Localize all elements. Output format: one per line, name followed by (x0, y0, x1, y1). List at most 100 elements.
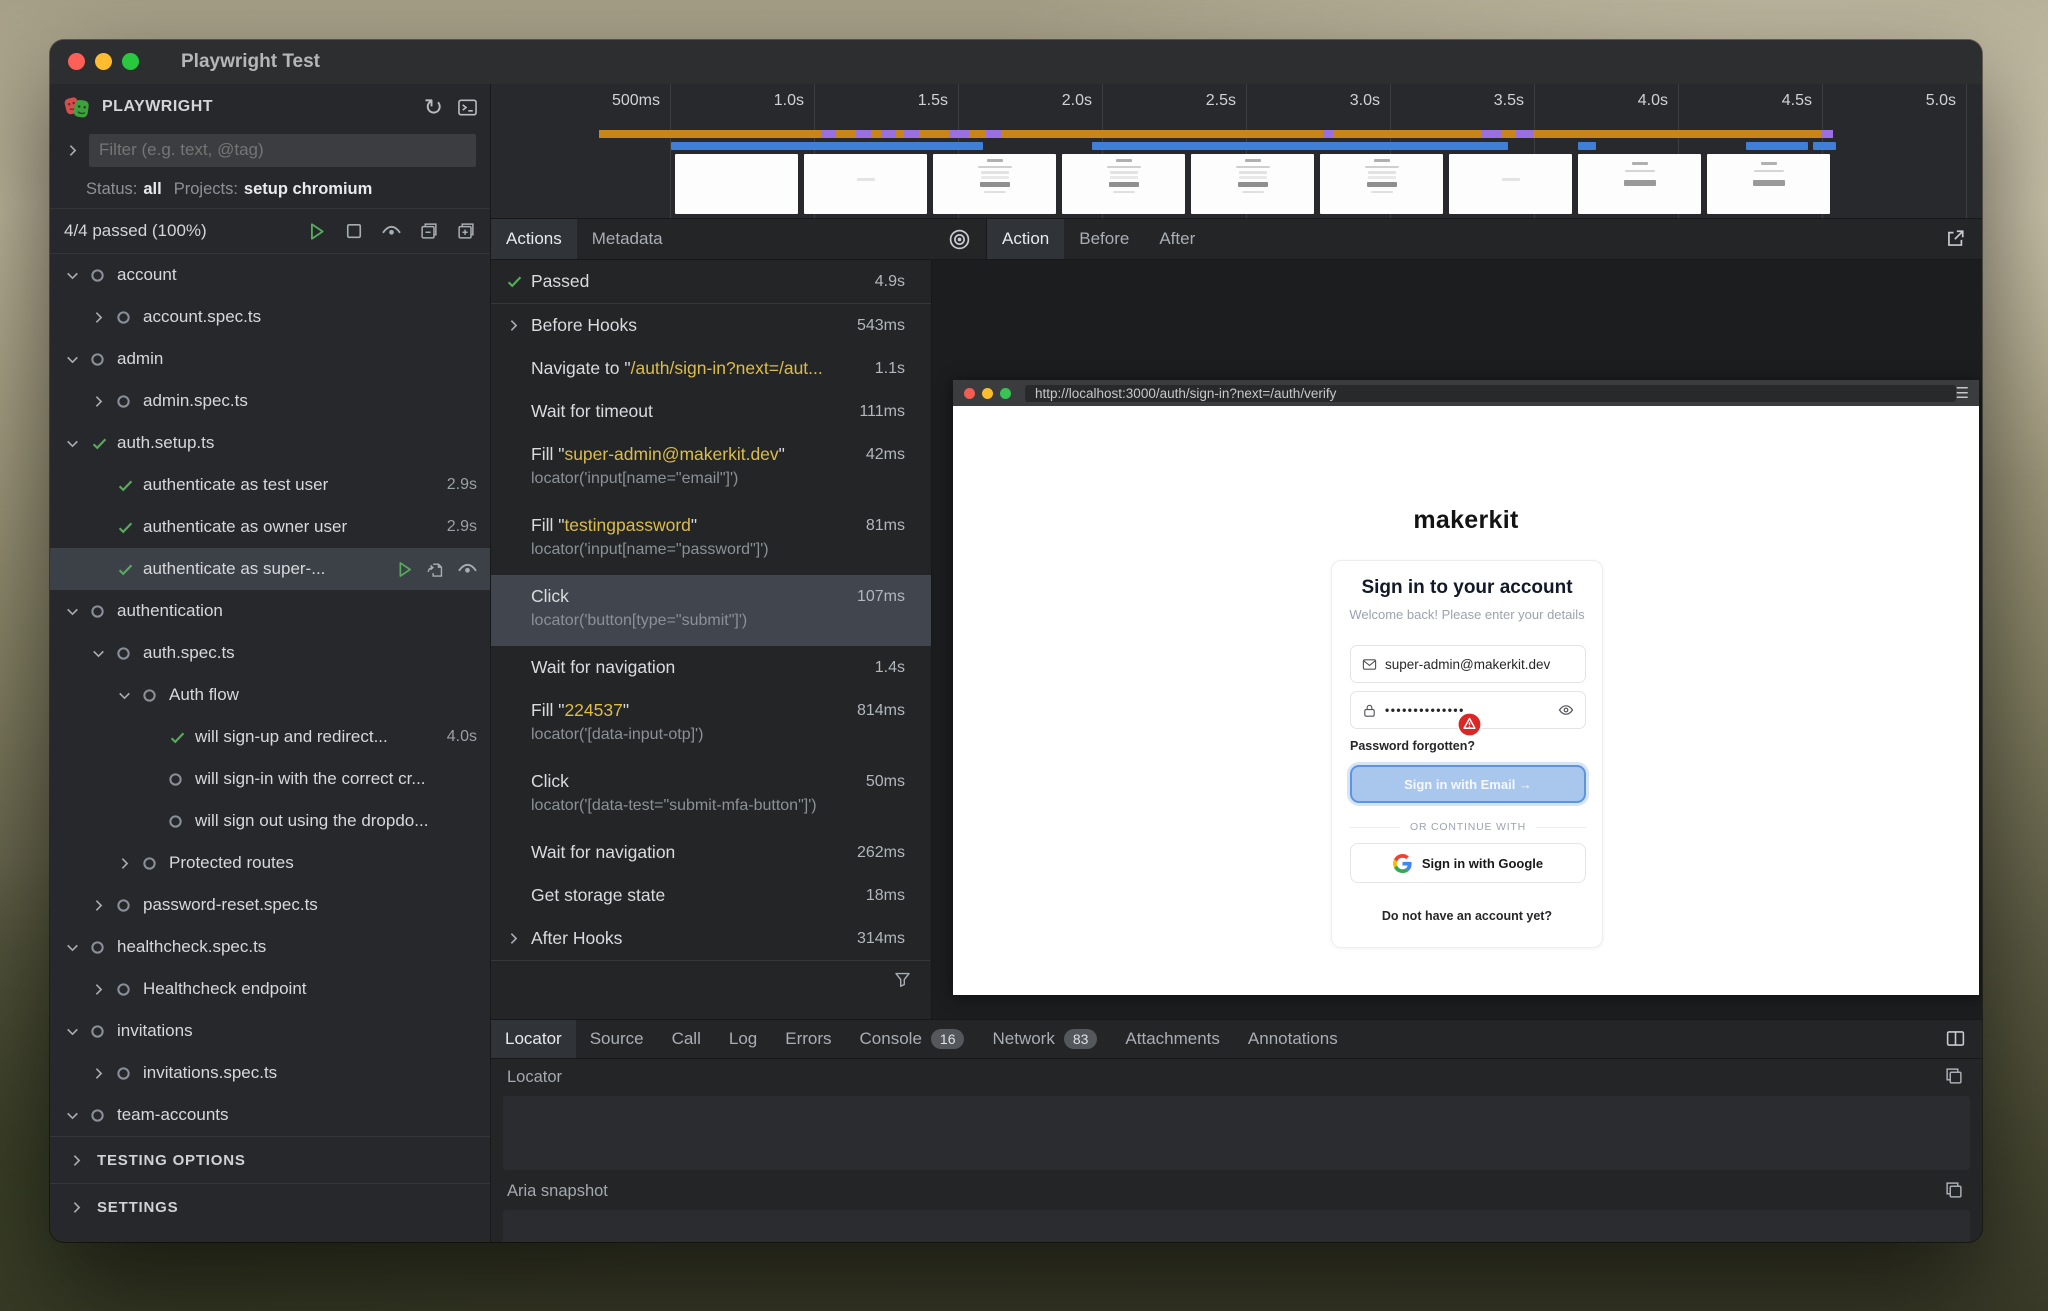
chevron-right-icon[interactable] (64, 142, 81, 159)
show-source-icon[interactable] (426, 560, 445, 579)
action-item[interactable]: Wait for timeout111ms (491, 390, 931, 433)
tree-item[interactable]: auth.setup.ts (50, 422, 490, 464)
run-all-icon[interactable] (306, 221, 327, 242)
bottom-tab-source[interactable]: Source (576, 1020, 658, 1058)
chevron-right-icon[interactable] (90, 981, 116, 998)
stop-icon[interactable] (344, 221, 364, 241)
minimize-window-button[interactable] (95, 53, 112, 70)
bottom-tab-log[interactable]: Log (715, 1020, 771, 1058)
actions-tab-actions[interactable]: Actions (491, 219, 577, 259)
detail-tab-after[interactable]: After (1144, 219, 1210, 259)
sign-in-google-button[interactable]: Sign in with Google (1350, 843, 1586, 883)
bottom-tab-network[interactable]: Network83 (978, 1020, 1111, 1058)
test-result-row[interactable]: Passed4.9s (491, 260, 931, 304)
film-strip-frame[interactable] (1578, 154, 1701, 214)
bottom-tab-locator[interactable]: Locator (491, 1020, 576, 1058)
zoom-window-button[interactable] (122, 53, 139, 70)
collapse-all-icon[interactable] (419, 221, 439, 241)
detail-tab-before[interactable]: Before (1064, 219, 1144, 259)
copy-locator-icon[interactable] (1944, 1066, 1964, 1086)
chevron-right-icon[interactable] (116, 855, 142, 872)
action-item[interactable]: Click107mslocator('button[type="submit"]… (491, 575, 931, 646)
action-item[interactable]: Click50mslocator('[data-test="submit-mfa… (491, 760, 931, 831)
terminal-output-icon[interactable] (457, 97, 478, 118)
chevron-down-icon[interactable] (90, 645, 116, 662)
tree-item[interactable]: will sign out using the dropdo... (50, 800, 490, 842)
run-test-icon[interactable] (395, 560, 414, 579)
tree-item[interactable]: invitations (50, 1010, 490, 1052)
tree-item[interactable]: will sign-in with the correct cr... (50, 758, 490, 800)
bottom-tab-annotations[interactable]: Annotations (1234, 1020, 1352, 1058)
film-strip-frame[interactable] (1191, 154, 1314, 214)
aria-snapshot-editor[interactable] (503, 1210, 1970, 1242)
tree-item[interactable]: admin (50, 338, 490, 380)
chevron-down-icon[interactable] (64, 1023, 90, 1040)
chevron-down-icon[interactable] (116, 687, 142, 704)
film-strip-frame[interactable] (1449, 154, 1572, 214)
filter-input[interactable] (89, 134, 476, 167)
action-item[interactable]: Wait for navigation1.4s (491, 646, 931, 689)
bottom-tab-errors[interactable]: Errors (771, 1020, 845, 1058)
film-strip-frame[interactable] (933, 154, 1056, 214)
action-item[interactable]: Navigate to "/auth/sign-in?next=/aut...1… (491, 347, 931, 390)
detail-tab-action[interactable]: Action (987, 219, 1064, 259)
film-strip-frame[interactable] (1707, 154, 1830, 214)
action-item[interactable]: Fill "testingpassword"81mslocator('input… (491, 504, 931, 575)
action-item[interactable]: Get storage state18ms (491, 874, 931, 917)
filter-status-line[interactable]: Status: all Projects: setup chromium (50, 170, 490, 209)
tree-item[interactable]: authentication (50, 590, 490, 632)
tree-item[interactable]: invitations.spec.ts (50, 1052, 490, 1094)
chevron-down-icon[interactable] (64, 351, 90, 368)
chevron-right-icon[interactable] (90, 897, 116, 914)
chevron-down-icon[interactable] (64, 435, 90, 452)
film-strip-frame[interactable] (1062, 154, 1185, 214)
chevron-down-icon[interactable] (64, 939, 90, 956)
tree-item[interactable]: password-reset.spec.ts (50, 884, 490, 926)
sign-in-email-button[interactable]: Sign in with Email → (1350, 765, 1586, 803)
action-item[interactable]: Before Hooks543ms (491, 304, 931, 347)
copy-aria-snapshot-icon[interactable] (1944, 1180, 1964, 1200)
film-strip-frame[interactable] (675, 154, 798, 214)
bottom-tab-attachments[interactable]: Attachments (1111, 1020, 1234, 1058)
no-account-link[interactable]: Do not have an account yet? (1332, 909, 1602, 923)
tree-item[interactable]: admin.spec.ts (50, 380, 490, 422)
locator-editor[interactable] (503, 1096, 1970, 1170)
open-external-icon[interactable] (1945, 228, 1966, 249)
split-view-icon[interactable] (1945, 1028, 1966, 1049)
tree-item[interactable]: account (50, 254, 490, 296)
expand-all-icon[interactable] (456, 221, 476, 241)
action-item[interactable]: Fill "224537"814mslocator('[data-input-o… (491, 689, 931, 760)
action-item[interactable]: After Hooks314ms (491, 917, 931, 960)
tree-item[interactable]: Protected routes (50, 842, 490, 884)
chevron-right-icon[interactable] (90, 1065, 116, 1082)
chevron-right-icon[interactable] (90, 393, 116, 410)
chevron-right-icon[interactable] (90, 309, 116, 326)
pick-locator-button[interactable] (932, 219, 987, 259)
actions-tab-metadata[interactable]: Metadata (577, 219, 678, 259)
forgot-password-link[interactable]: Password forgotten? (1350, 739, 1475, 753)
action-item[interactable]: Fill "super-admin@makerkit.dev"42mslocat… (491, 433, 931, 504)
film-strip-frame[interactable] (804, 154, 927, 214)
tree-item[interactable]: auth.spec.ts (50, 632, 490, 674)
chevron-down-icon[interactable] (64, 267, 90, 284)
bottom-tab-console[interactable]: Console16 (846, 1020, 979, 1058)
chevron-right-icon[interactable] (505, 317, 531, 334)
tree-item[interactable]: Auth flow (50, 674, 490, 716)
show-password-icon[interactable] (1558, 702, 1574, 718)
chevron-down-icon[interactable] (64, 1107, 90, 1124)
sidebar-section-testing-options[interactable]: TESTING OPTIONS (50, 1136, 490, 1183)
reload-tests-icon[interactable]: ↻ (424, 96, 443, 119)
tree-item[interactable]: healthcheck.spec.ts (50, 926, 490, 968)
tree-item[interactable]: authenticate as test user2.9s (50, 464, 490, 506)
email-field[interactable]: super-admin@makerkit.dev (1350, 645, 1586, 683)
watch-all-icon[interactable] (381, 221, 402, 242)
close-window-button[interactable] (68, 53, 85, 70)
sidebar-section-settings[interactable]: SETTINGS (50, 1183, 490, 1230)
tree-item[interactable]: authenticate as super-... (50, 548, 490, 590)
filter-actions-icon[interactable] (893, 970, 912, 989)
tree-item[interactable]: authenticate as owner user2.9s (50, 506, 490, 548)
browser-snapshot[interactable]: http://localhost:3000/auth/sign-in?next=… (953, 380, 1979, 995)
tree-item[interactable]: Healthcheck endpoint (50, 968, 490, 1010)
tree-item[interactable]: will sign-up and redirect...4.0s (50, 716, 490, 758)
watch-test-icon[interactable] (457, 559, 478, 580)
